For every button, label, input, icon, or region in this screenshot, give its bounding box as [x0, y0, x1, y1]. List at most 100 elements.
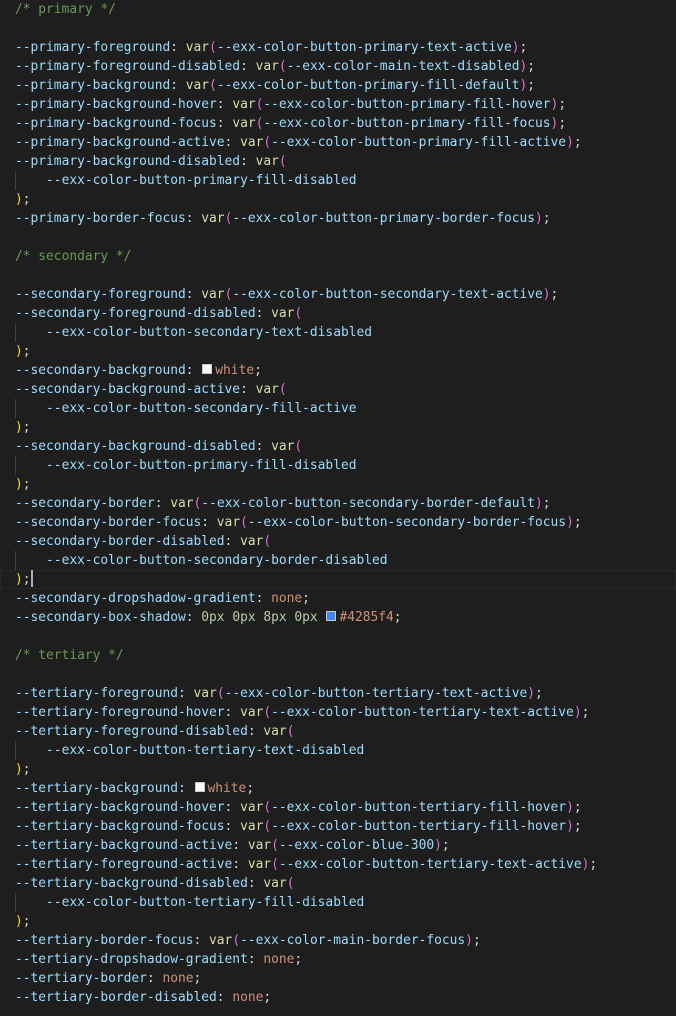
code-line[interactable]: );	[0, 760, 676, 779]
code-line[interactable]: --tertiary-background-active: var(--exx-…	[0, 836, 676, 855]
code-line-text: /* primary */	[15, 0, 116, 19]
code-line[interactable]: );	[0, 570, 676, 589]
code-line[interactable]: );	[0, 418, 676, 437]
code-line[interactable]: --exx-color-button-tertiary-fill-disable…	[0, 893, 676, 912]
css-property-name: --tertiary-background-hover	[15, 800, 225, 815]
css-function-name: var	[185, 40, 210, 55]
code-punctuation: ;	[22, 344, 31, 359]
css-variable-ref: --exx-color-button-tertiary-fill-hover	[271, 800, 567, 815]
css-variable-ref: --exx-color-button-tertiary-fill-hover	[271, 819, 567, 834]
code-line[interactable]: --primary-background-focus: var(--exx-co…	[0, 114, 676, 133]
code-line[interactable]: --tertiary-foreground-hover: var(--exx-c…	[0, 703, 676, 722]
css-function-name: var	[185, 78, 210, 93]
code-line[interactable]: --tertiary-border-focus: var(--exx-color…	[0, 931, 676, 950]
code-line-text: --tertiary-border: none;	[15, 969, 201, 988]
code-paren: (	[240, 515, 248, 530]
code-line[interactable]: --secondary-box-shadow: 0px 0px 8px 0px …	[0, 608, 676, 627]
code-line[interactable]: --tertiary-border-disabled: none;	[0, 988, 676, 1007]
code-punctuation: :	[216, 990, 233, 1005]
code-paren: )	[15, 762, 23, 777]
code-line[interactable]: );	[0, 190, 676, 209]
code-line-text: --tertiary-foreground-active: var(--exx-…	[15, 855, 597, 874]
code-line[interactable]: --exx-color-button-secondary-fill-active	[0, 399, 676, 418]
code-line[interactable]: --tertiary-background: white;	[0, 779, 676, 798]
code-line[interactable]	[0, 228, 676, 247]
code-comment: /* secondary */	[15, 249, 132, 264]
css-function-name: var	[263, 876, 287, 891]
code-line[interactable]: --tertiary-background-hover: var(--exx-c…	[0, 798, 676, 817]
code-line[interactable]: --tertiary-foreground-active: var(--exx-…	[0, 855, 676, 874]
code-line[interactable]: /* tertiary */	[0, 646, 676, 665]
code-line[interactable]: --primary-background-active: var(--exx-c…	[0, 133, 676, 152]
code-line[interactable]: --secondary-foreground-disabled: var(	[0, 304, 676, 323]
code-line[interactable]: --secondary-border-disabled: var(	[0, 532, 676, 551]
code-line[interactable]: --tertiary-foreground: var(--exx-color-b…	[0, 684, 676, 703]
code-line[interactable]	[0, 266, 676, 285]
code-editor[interactable]: /* primary */ --primary-foreground: var(-…	[0, 0, 676, 1016]
code-line[interactable]: --secondary-border: var(--exx-color-butt…	[0, 494, 676, 513]
code-line[interactable]: --tertiary-dropshadow-gradient: none;	[0, 950, 676, 969]
code-line-text: --secondary-background-active: var(	[15, 380, 287, 399]
code-line[interactable]: --primary-foreground-disabled: var(--exx…	[0, 57, 676, 76]
code-line[interactable]: --tertiary-background-focus: var(--exx-c…	[0, 817, 676, 836]
code-line[interactable]: );	[0, 475, 676, 494]
code-line[interactable]: --tertiary-foreground-disabled: var(	[0, 722, 676, 741]
css-property-name: --tertiary-background-disabled	[15, 876, 248, 891]
code-line[interactable]: --primary-foreground: var(--exx-color-bu…	[0, 38, 676, 57]
code-line[interactable]: --tertiary-border: none;	[0, 969, 676, 988]
code-line[interactable]: --secondary-background-disabled: var(	[0, 437, 676, 456]
code-line[interactable]: --secondary-border-focus: var(--exx-colo…	[0, 513, 676, 532]
code-line[interactable]: --exx-color-button-secondary-border-disa…	[0, 551, 676, 570]
code-line-text: --secondary-foreground: var(--exx-color-…	[15, 285, 558, 304]
code-line[interactable]	[0, 627, 676, 646]
css-property-name: --primary-background-disabled	[15, 154, 241, 169]
code-line[interactable]: /* secondary */	[0, 247, 676, 266]
code-line[interactable]: --primary-background-disabled: var(	[0, 152, 676, 171]
code-line[interactable]: --secondary-foreground: var(--exx-color-…	[0, 285, 676, 304]
code-paren: )	[542, 287, 551, 302]
code-line-text: --secondary-border-disabled: var(	[15, 532, 271, 551]
css-function-name: var	[240, 800, 264, 815]
color-swatch-icon[interactable]	[194, 782, 205, 792]
code-line[interactable]: --secondary-dropshadow-gradient: none;	[0, 589, 676, 608]
color-swatch-icon[interactable]	[202, 364, 213, 374]
code-paren: )	[535, 211, 543, 226]
code-line[interactable]: --secondary-background-active: var(	[0, 380, 676, 399]
code-line[interactable]: --tertiary-background-disabled: var(	[0, 874, 676, 893]
css-variable-ref: --exx-color-main-text-disabled	[286, 59, 520, 74]
code-line[interactable]: --primary-background-hover: var(--exx-co…	[0, 95, 676, 114]
css-function-name: var	[232, 116, 256, 131]
code-punctuation: ;	[393, 610, 402, 625]
code-line[interactable]: );	[0, 912, 676, 931]
css-variable-ref: --exx-color-button-secondary-text-active	[232, 287, 543, 302]
code-line-text: --exx-color-button-secondary-text-disabl…	[15, 323, 372, 342]
css-property-name: --secondary-border-focus	[15, 515, 202, 530]
css-function-name: var	[240, 705, 264, 720]
css-property-name: --primary-border-focus	[15, 211, 186, 226]
code-punctuation: :	[240, 59, 256, 74]
code-paren: (	[286, 724, 295, 739]
css-property-name: --secondary-dropshadow-gradient	[15, 591, 256, 606]
code-line[interactable]: --primary-background: var(--exx-color-bu…	[0, 76, 676, 95]
code-line[interactable]: --exx-color-button-primary-fill-disabled	[0, 456, 676, 475]
code-line-text: );	[15, 760, 31, 779]
code-punctuation: :	[247, 876, 264, 891]
code-punctuation: :	[170, 78, 186, 93]
code-comment: /* primary */	[15, 2, 116, 17]
code-line[interactable]: --exx-color-button-tertiary-text-disable…	[0, 741, 676, 760]
code-line[interactable]	[0, 19, 676, 38]
code-line-text: --exx-color-button-primary-fill-disabled	[15, 456, 356, 475]
code-paren: (	[209, 40, 217, 55]
code-punctuation: :	[224, 705, 241, 720]
code-line[interactable]: --exx-color-button-primary-fill-disabled	[0, 171, 676, 190]
code-line[interactable]: --secondary-background: white;	[0, 361, 676, 380]
code-line[interactable]: --primary-border-focus: var(--exx-color-…	[0, 209, 676, 228]
code-line[interactable]: );	[0, 342, 676, 361]
code-line[interactable]: --exx-color-button-secondary-text-disabl…	[0, 323, 676, 342]
code-punctuation: ;	[542, 211, 551, 226]
code-punctuation: :	[216, 116, 233, 131]
code-line-text: );	[15, 570, 33, 589]
code-line[interactable]	[0, 665, 676, 684]
color-swatch-icon[interactable]	[326, 611, 337, 621]
code-line[interactable]: /* primary */	[0, 0, 676, 19]
